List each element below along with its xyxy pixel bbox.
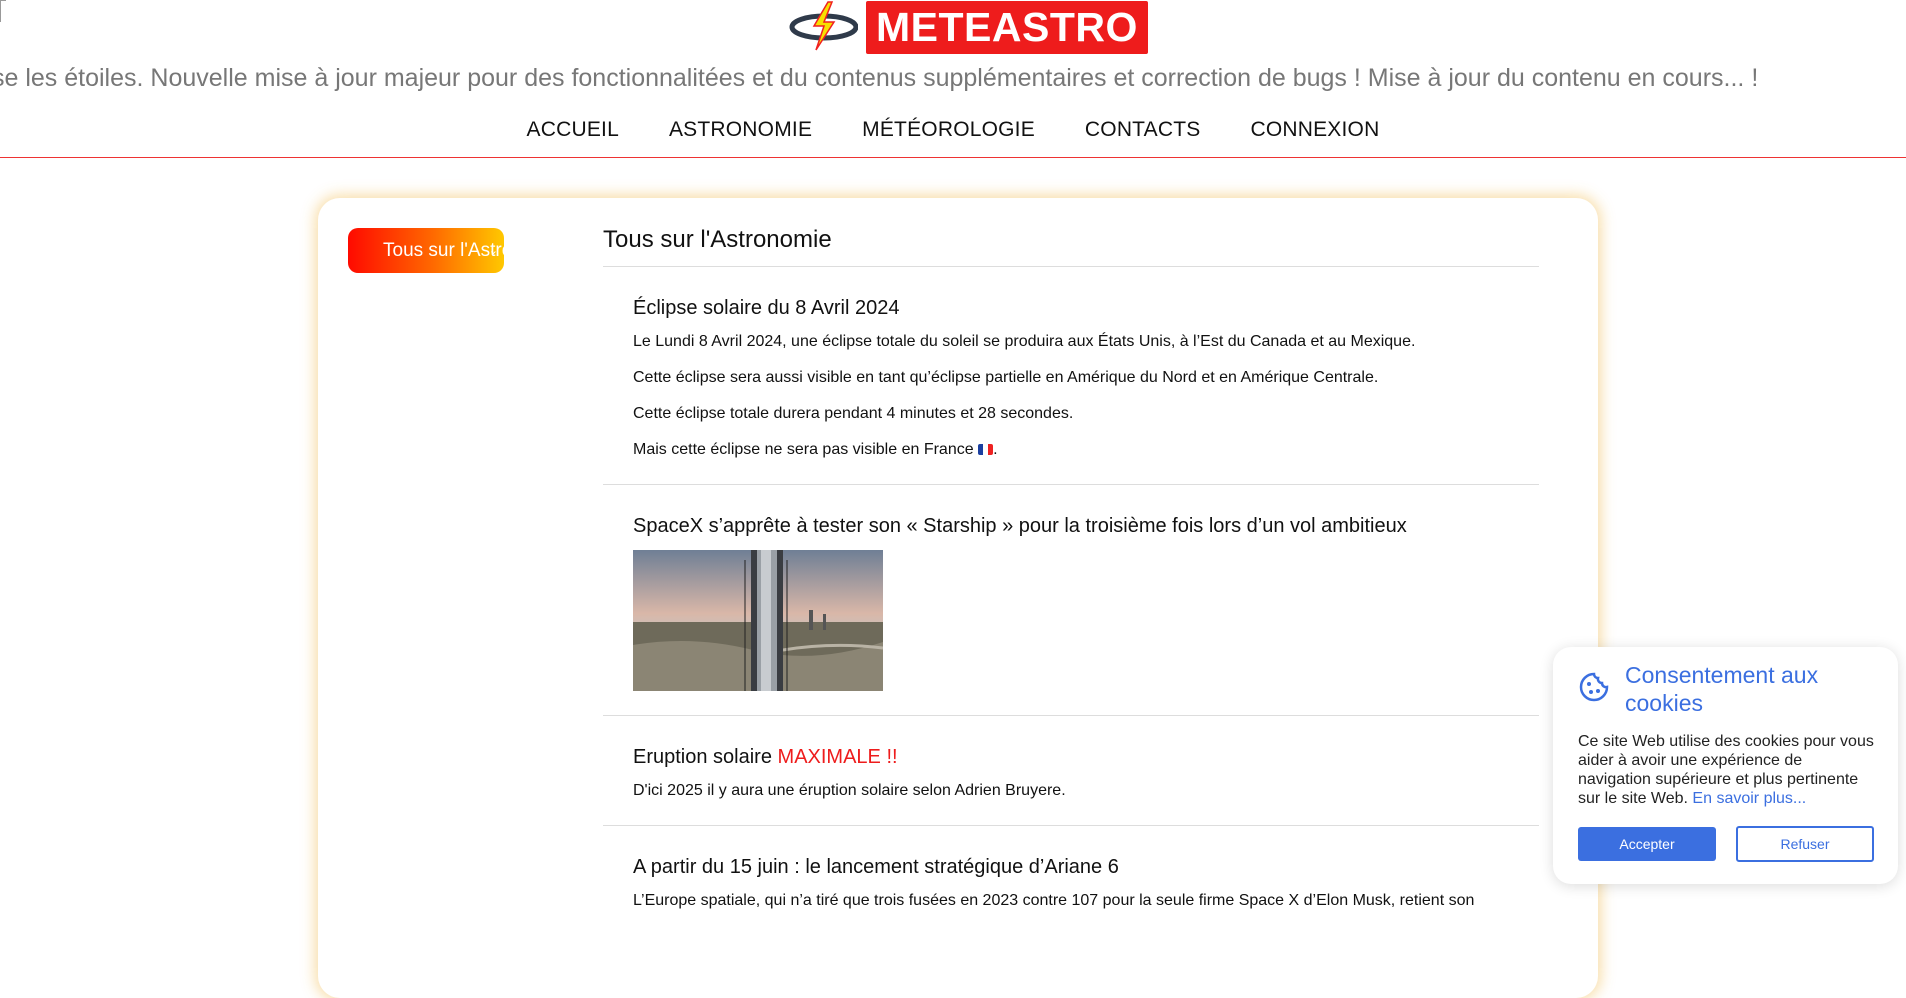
- nav-item-accueil[interactable]: ACCUEIL: [527, 118, 619, 142]
- article-paragraph: D'ici 2025 il y aura une éruption solair…: [633, 782, 1066, 799]
- article-title[interactable]: SpaceX s’apprête à tester son « Starship…: [633, 515, 1509, 538]
- article-paragraph: Mais cette éclipse ne sera pas visible e…: [633, 440, 1509, 460]
- article-title-highlight: MAXIMALE !!: [777, 746, 898, 768]
- cookie-text: Ce site Web utilise des cookies pour vou…: [1578, 732, 1878, 808]
- article-paragraph: Cette éclipse totale durera pendant 4 mi…: [633, 405, 1074, 422]
- starship-image[interactable]: [633, 550, 883, 691]
- site-header: METEASTRO se les étoiles. Nouvelle mise …: [0, 0, 1906, 158]
- article-paragraph: Le Lundi 8 Avril 2024, une éclipse total…: [633, 333, 1416, 350]
- cookie-icon: [1579, 672, 1609, 702]
- nav-item-meteorologie[interactable]: MÉTÉOROLOGIE: [862, 118, 1035, 142]
- accept-cookies-button[interactable]: Accepter: [1578, 827, 1716, 861]
- article-title[interactable]: Eruption solaire MAXIMALE !!: [633, 746, 1509, 769]
- main-nav: ACCUEIL ASTRONOMIE MÉTÉOROLOGIE CONTACTS…: [0, 118, 1906, 142]
- content-card: Tous sur l'Astronomie ⌄ Tous sur l'Astro…: [318, 198, 1598, 998]
- chevron-down-icon: ⌄: [488, 245, 498, 257]
- category-select-value: Tous sur l'Astronomie: [383, 239, 504, 261]
- cookie-title: Consentement aux cookies: [1625, 662, 1819, 716]
- section-title: Tous sur l'Astronomie: [603, 226, 1539, 267]
- article-starship: SpaceX s’apprête à tester son « Starship…: [603, 485, 1539, 716]
- article-paragraph: Cette éclipse sera aussi visible en tant…: [633, 369, 1379, 386]
- cookie-consent-dialog: Consentement aux cookies Ce site Web uti…: [1553, 647, 1898, 884]
- article-title[interactable]: A partir du 15 juin : le lancement strat…: [633, 856, 1509, 879]
- nav-item-astronomie[interactable]: ASTRONOMIE: [669, 118, 812, 142]
- saturn-lightning-icon: [788, 0, 859, 54]
- article-eruption: Eruption solaire MAXIMALE !! D'ici 2025 …: [603, 716, 1539, 826]
- article-ariane: A partir du 15 juin : le lancement strat…: [603, 826, 1539, 935]
- article-title-text: Eruption solaire: [633, 746, 778, 768]
- news-ticker: se les étoiles. Nouvelle mise à jour maj…: [0, 64, 1906, 93]
- nav-item-contacts[interactable]: CONTACTS: [1085, 118, 1201, 142]
- article-title[interactable]: Éclipse solaire du 8 Avril 2024: [633, 297, 1509, 320]
- france-flag-icon: [978, 444, 994, 455]
- learn-more-link[interactable]: En savoir plus...: [1692, 790, 1806, 807]
- article-paragraph-suffix: .: [993, 441, 998, 458]
- nav-item-connexion[interactable]: CONNEXION: [1250, 118, 1379, 142]
- article-list: Tous sur l'Astronomie Éclipse solaire du…: [603, 226, 1539, 935]
- article-eclipse: Éclipse solaire du 8 Avril 2024 Le Lundi…: [603, 267, 1539, 485]
- category-select[interactable]: Tous sur l'Astronomie ⌄: [348, 228, 504, 273]
- refuse-cookies-button[interactable]: Refuser: [1736, 826, 1874, 862]
- ticker-text: se les étoiles. Nouvelle mise à jour maj…: [0, 64, 1759, 92]
- article-paragraph: L’Europe spatiale, qui n’a tiré que troi…: [633, 892, 1475, 909]
- site-logo[interactable]: METEASTRO: [788, 0, 1148, 54]
- article-paragraph-text: Mais cette éclipse ne sera pas visible e…: [633, 441, 974, 458]
- brand-name: METEASTRO: [866, 0, 1148, 54]
